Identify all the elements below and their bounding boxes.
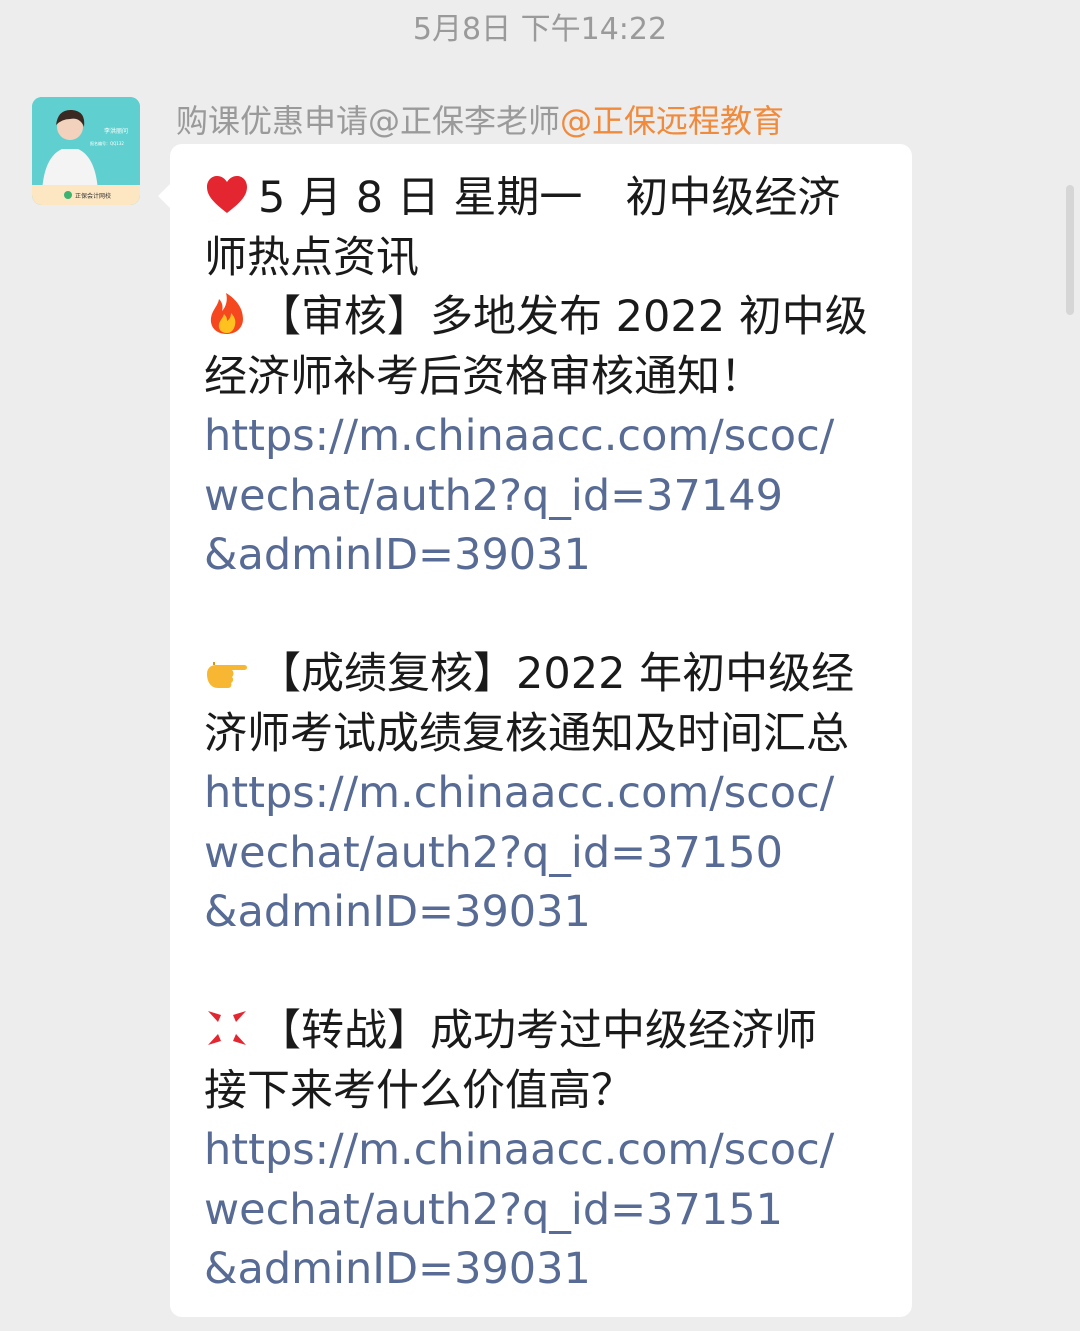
- avatar[interactable]: 李洪丽问 报名编号：QQ132 正保会计网校: [32, 97, 140, 205]
- fire-icon: [204, 291, 250, 337]
- message-link-line[interactable]: https://m.chinaacc.com/scoc/: [204, 764, 884, 824]
- message-line-text: 经济师补考后资格审核通知！: [204, 351, 763, 402]
- message-line-text[interactable]: &adminID=39031: [204, 887, 591, 937]
- message-bubble[interactable]: 5 月 8 日 星期一 初中级经济师热点资讯【审核】多地发布 2022 初中级经…: [158, 144, 912, 1317]
- message-line-text[interactable]: wechat/auth2?q_id=37151: [204, 1185, 783, 1235]
- message-line-text: 【审核】多地发布 2022 初中级: [258, 292, 868, 342]
- sender-name: 购课优惠申请@正保李老师@正保远程教育: [176, 100, 784, 142]
- message-text-line: [204, 943, 884, 1003]
- avatar-caption-id: 报名编号：QQ132: [90, 140, 124, 146]
- message-link-line[interactable]: &adminID=39031: [204, 526, 884, 586]
- message-text-line: 【审核】多地发布 2022 初中级: [204, 288, 884, 348]
- message-link-line[interactable]: wechat/auth2?q_id=37150: [204, 824, 884, 884]
- message-line-text: 接下来考什么价值高？: [204, 1065, 634, 1116]
- message-link-line[interactable]: https://m.chinaacc.com/scoc/: [204, 407, 884, 467]
- message-line-text: 济师考试成绩复核通知及时间汇总: [204, 708, 849, 759]
- message-line-text: 【转战】成功考过中级经济师: [258, 1006, 817, 1056]
- heart-icon: [204, 172, 250, 218]
- sender-org[interactable]: @正保远程教育: [560, 102, 784, 140]
- message-text-line: [204, 586, 884, 646]
- pointing-hand-icon: [204, 648, 250, 694]
- message-timestamp: 5月8日 下午14:22: [412, 12, 668, 47]
- message-text-line: 【成绩复核】2022 年初中级经: [204, 645, 884, 705]
- message-line-text: 【成绩复核】2022 年初中级经: [258, 649, 855, 699]
- message-line-text[interactable]: https://m.chinaacc.com/scoc/: [204, 1125, 834, 1175]
- anger-icon: [204, 1005, 250, 1051]
- message-text-line: 5 月 8 日 星期一 初中级经济: [204, 169, 884, 229]
- message-line-text[interactable]: &adminID=39031: [204, 1244, 591, 1294]
- message-text-line: 【转战】成功考过中级经济师: [204, 1002, 884, 1062]
- scrollbar[interactable]: [1066, 185, 1074, 315]
- message-link-line[interactable]: wechat/auth2?q_id=37151: [204, 1181, 884, 1241]
- message-link-line[interactable]: https://m.chinaacc.com/scoc/: [204, 1121, 884, 1181]
- message-text-line: 经济师补考后资格审核通知！: [204, 348, 884, 408]
- message-line-text[interactable]: wechat/auth2?q_id=37150: [204, 828, 783, 878]
- message-line-text[interactable]: https://m.chinaacc.com/scoc/: [204, 411, 834, 461]
- message-line-text: 师热点资讯: [204, 232, 419, 283]
- message-line-text[interactable]: wechat/auth2?q_id=37149: [204, 471, 783, 521]
- avatar-caption-name: 李洪丽问: [104, 127, 128, 135]
- message-link-line[interactable]: &adminID=39031: [204, 1240, 884, 1300]
- message-line-text[interactable]: &adminID=39031: [204, 530, 591, 580]
- message-line-text[interactable]: https://m.chinaacc.com/scoc/: [204, 768, 834, 818]
- message-text-line: 济师考试成绩复核通知及时间汇总: [204, 705, 884, 765]
- message-link-line[interactable]: wechat/auth2?q_id=37149: [204, 467, 884, 527]
- message-text-line: 接下来考什么价值高？: [204, 1062, 884, 1122]
- message-link-line[interactable]: &adminID=39031: [204, 883, 884, 943]
- message-text-line: 师热点资讯: [204, 229, 884, 289]
- avatar-image: 李洪丽问 报名编号：QQ132 正保会计网校: [32, 97, 140, 205]
- message-line-text: 5 月 8 日 星期一 初中级经济: [258, 173, 841, 223]
- avatar-brand: 正保会计网校: [75, 192, 111, 200]
- sender-display-name: 购课优惠申请@正保李老师: [176, 102, 561, 140]
